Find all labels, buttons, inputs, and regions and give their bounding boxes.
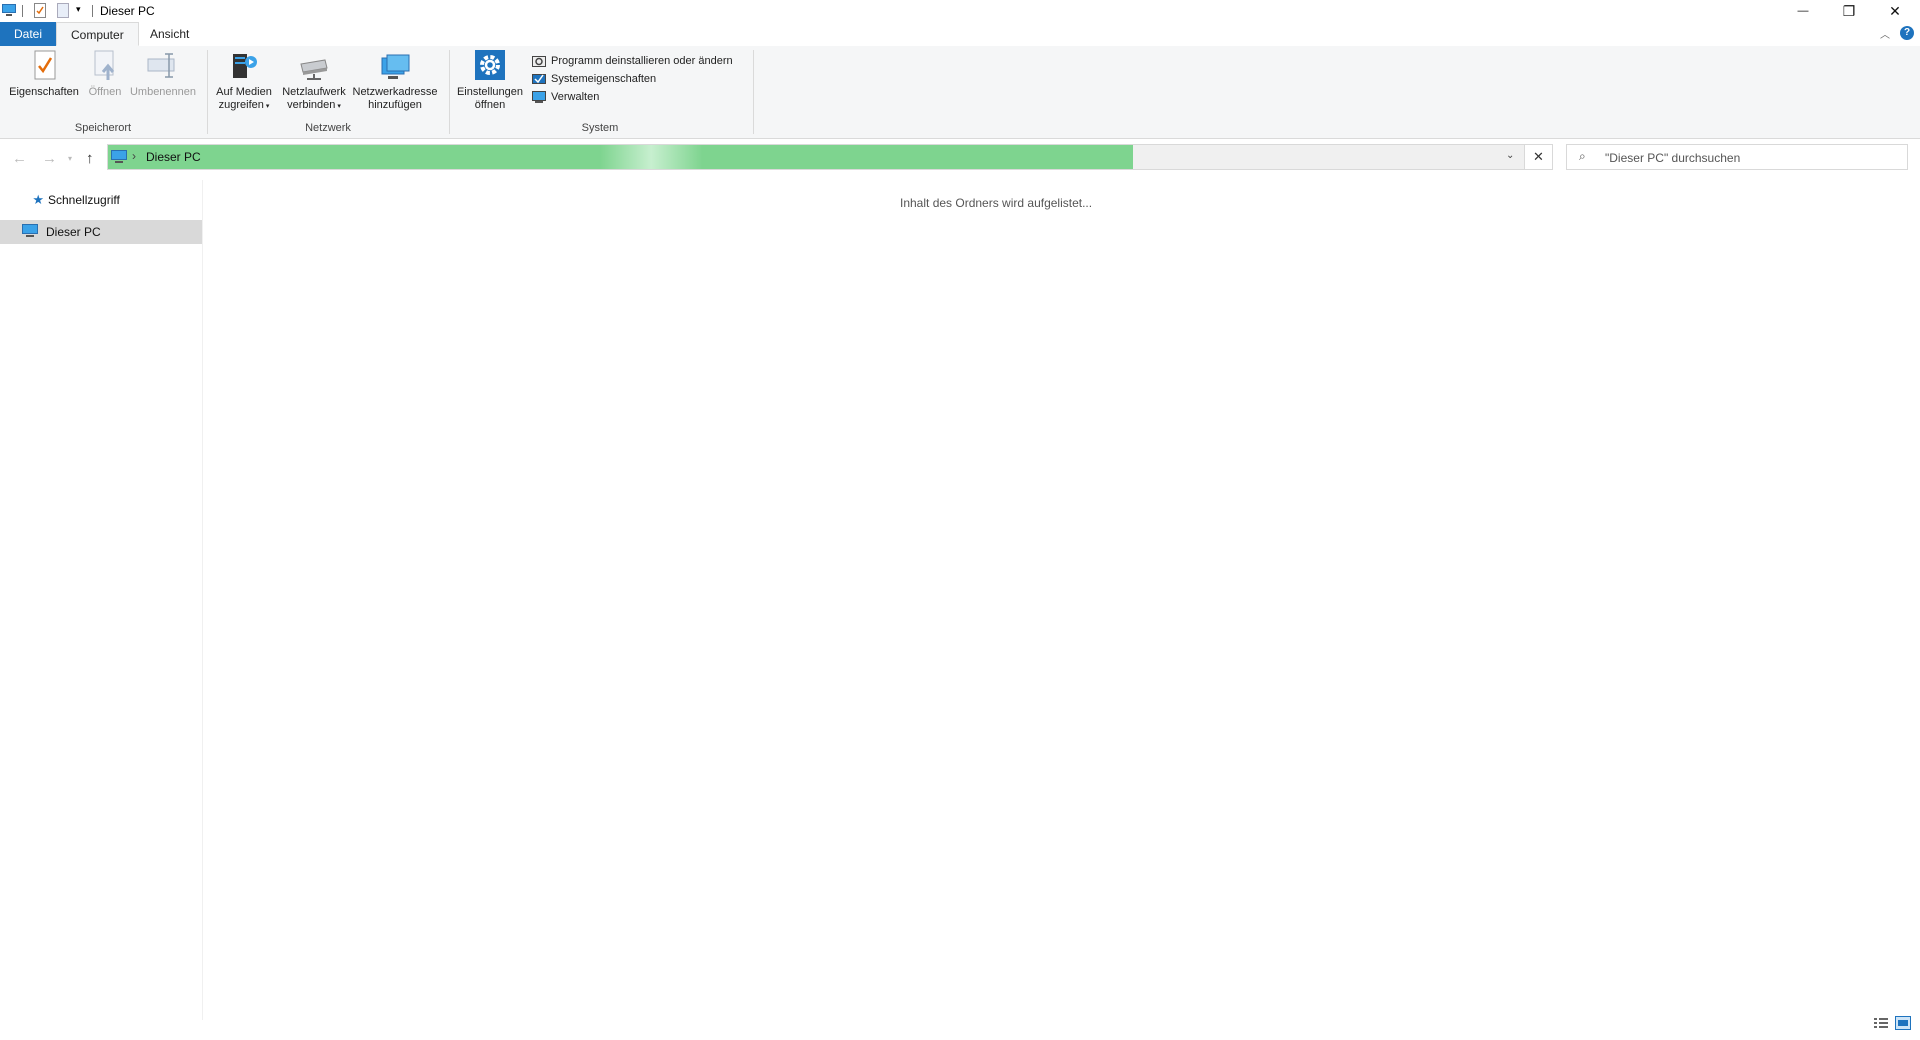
properties-button[interactable]: Eigenschaften [6, 50, 82, 99]
close-button[interactable]: ✕ [1872, 0, 1918, 22]
access-media-label-1: Auf Medien [216, 86, 272, 98]
add-network-location-button[interactable]: Netzwerkadresse hinzufügen [352, 50, 438, 112]
group-label-netzwerk: Netzwerk [305, 122, 351, 134]
manage-icon [532, 90, 546, 104]
nav-item-label: Dieser PC [46, 225, 101, 239]
stop-loading-button[interactable]: ✕ [1524, 144, 1553, 170]
nav-item-label: Schnellzugriff [48, 193, 120, 207]
uninstall-label: Programm deinstallieren oder ändern [551, 55, 733, 67]
access-media-button[interactable]: Auf Medien zugreifen ▾ [212, 50, 276, 113]
tab-datei[interactable]: Datei [0, 22, 57, 46]
map-drive-label-2: verbinden [287, 99, 336, 111]
system-properties-icon [532, 72, 546, 86]
media-server-icon [227, 50, 261, 82]
manage-button[interactable]: Verwalten [532, 88, 733, 106]
window-title: Dieser PC [100, 4, 155, 18]
minimize-button[interactable]: — [1780, 0, 1826, 22]
rename-button[interactable]: Umbenennen [128, 50, 198, 99]
customize-quick-access-icon[interactable]: ▾ [76, 4, 81, 15]
quick-access-separator [22, 5, 23, 17]
network-drive-icon [297, 50, 331, 82]
minimize-icon: — [1797, 5, 1809, 17]
uninstall-icon [532, 54, 546, 68]
manage-label: Verwalten [551, 91, 600, 103]
address-bar[interactable]: › Dieser PC ⌄ [107, 144, 1553, 170]
group-separator [753, 50, 754, 134]
network-location-icon [378, 50, 412, 82]
stop-icon: ✕ [1533, 149, 1544, 164]
system-small-buttons: Programm deinstallieren oder ändern Syst… [532, 52, 733, 106]
address-history-chevron-icon[interactable]: ⌄ [1506, 150, 1514, 161]
map-network-drive-button[interactable]: Netzlaufwerk verbinden ▾ [278, 50, 350, 113]
title-bar: ▾ Dieser PC — ❐ ✕ [0, 0, 1920, 22]
large-icons-view-icon[interactable] [1895, 1016, 1911, 1033]
loading-status-text: Inhalt des Ordners wird aufgelistet... [900, 196, 1093, 210]
system-properties-label: Systemeigenschaften [551, 73, 657, 85]
system-properties-button[interactable]: Systemeigenschaften [532, 70, 733, 88]
dropdown-arrow-icon: ▾ [335, 103, 341, 110]
settings-label-1: Einstellungen [456, 86, 524, 98]
help-icon[interactable]: ? [1900, 26, 1914, 40]
open-settings-button[interactable]: Einstellungen öffnen [454, 50, 526, 112]
restore-button[interactable]: ❐ [1826, 0, 1872, 22]
tab-computer[interactable]: Computer [56, 22, 139, 46]
computer-icon [2, 4, 16, 16]
address-loading-progress [108, 145, 1133, 169]
recent-locations-chevron-icon[interactable]: ▾ [68, 154, 72, 163]
properties-icon [27, 50, 61, 82]
up-arrow-icon[interactable]: ↑ [86, 150, 94, 167]
search-box[interactable]: ⌕ "Dieser PC" durchsuchen [1566, 144, 1908, 170]
minimize-ribbon-icon[interactable]: ︿ [1880, 26, 1890, 41]
navigation-bar: ← → ▾ ↑ › Dieser PC ⌄ ✕ ⌕ "Dieser PC" du… [0, 142, 1920, 176]
ribbon-tabs: Datei Computer Ansicht ︿ ? [0, 22, 1920, 47]
group-label-system: System [581, 122, 619, 134]
ribbon: Eigenschaften Öffnen Umbenennen Speicher… [0, 46, 1920, 139]
back-arrow-icon[interactable]: ← [12, 150, 27, 167]
this-pc-icon [0, 223, 46, 241]
content-area[interactable] [203, 180, 1920, 1020]
nav-item-schnellzugriff[interactable]: ★ Schnellzugriff [0, 188, 202, 212]
uninstall-program-button[interactable]: Programm deinstallieren oder ändern [532, 52, 733, 70]
dropdown-arrow-icon: ▾ [263, 103, 270, 110]
map-drive-label-1: Netzlaufwerk [282, 86, 346, 98]
search-placeholder: "Dieser PC" durchsuchen [1605, 151, 1741, 165]
add-location-label-2: hinzufügen [368, 99, 422, 111]
this-pc-icon [111, 150, 127, 167]
search-icon: ⌕ [1579, 149, 1586, 163]
breadcrumb-dieser-pc[interactable]: Dieser PC [146, 150, 201, 164]
close-icon: ✕ [1889, 2, 1901, 19]
open-label: Öffnen [88, 86, 122, 98]
rename-icon [146, 50, 180, 82]
new-folder-quick-icon[interactable] [57, 3, 69, 21]
properties-label: Eigenschaften [9, 86, 79, 98]
properties-quick-icon[interactable] [34, 3, 46, 21]
rename-label: Umbenennen [129, 86, 197, 98]
star-icon: ★ [32, 192, 44, 207]
nav-item-dieser-pc[interactable]: Dieser PC [0, 220, 202, 244]
tab-ansicht[interactable]: Ansicht [136, 22, 203, 46]
add-location-label-1: Netzwerkadresse [352, 86, 438, 98]
details-view-icon[interactable] [1873, 1016, 1889, 1033]
group-label-speicherort: Speicherort [74, 122, 132, 134]
forward-arrow-icon[interactable]: → [42, 150, 57, 167]
title-separator [92, 5, 93, 17]
navigation-pane: ★ Schnellzugriff Dieser PC [0, 180, 203, 1020]
open-icon [88, 50, 122, 82]
settings-gear-icon [473, 50, 507, 82]
open-button[interactable]: Öffnen [84, 50, 126, 99]
breadcrumb-separator: › [132, 149, 136, 163]
restore-icon: ❐ [1842, 2, 1856, 19]
access-media-label-2: zugreifen [218, 99, 264, 111]
settings-label-2: öffnen [474, 99, 506, 111]
